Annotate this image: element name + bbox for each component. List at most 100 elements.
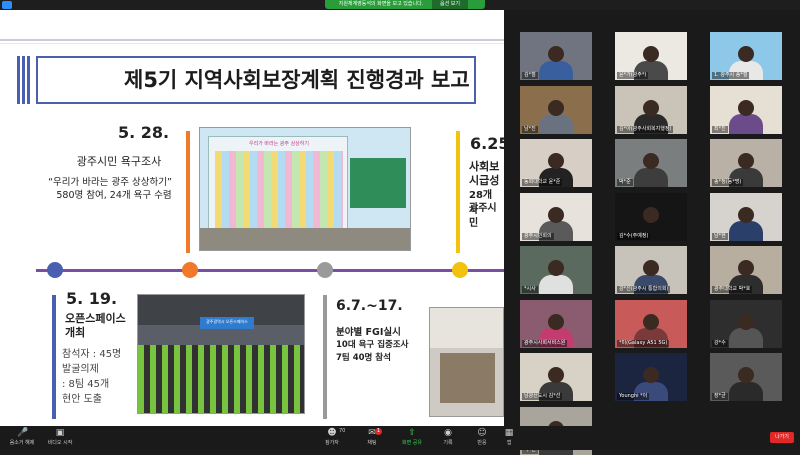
participant-name: 박*준 [617, 179, 633, 186]
participant-name: 남광산도시 김*선 [522, 393, 563, 400]
participant-tile[interactable]: 광주대학교 박*호 [710, 246, 782, 294]
record-icon: ◉ [444, 428, 452, 438]
participant-head [738, 206, 754, 223]
participant-tile[interactable]: 송*정(동*명) [710, 139, 782, 187]
participant-name: 김*철 [522, 72, 538, 79]
apps-label: 앱 [506, 440, 512, 446]
participant-head [738, 313, 754, 330]
participant-tile[interactable]: 남*진 [520, 85, 592, 134]
participant-name: *시사 [522, 286, 538, 293]
participant-tile[interactable]: 김*철 [520, 32, 592, 80]
start-video-label: 비디오 시작 [47, 440, 73, 446]
event4-accent-bar [323, 295, 327, 419]
participant-head [738, 99, 754, 116]
photo1-pavement [200, 228, 410, 250]
participant-head [548, 46, 564, 63]
participant-name: 광주시사회서비스원 [522, 339, 568, 347]
unmute-button[interactable]: 🎤 음소거 해제 [2, 428, 42, 448]
participant-body [634, 167, 668, 187]
participant-tile[interactable]: 광주시민회의 [520, 192, 592, 241]
smiley-icon: ☺ [477, 428, 487, 438]
reactions-label: 반응 [477, 440, 487, 446]
event4-line1: 10대 욕구 집중조사 [336, 340, 409, 350]
start-video-button[interactable]: ▣ 비디오 시작 [40, 428, 80, 448]
participant-tile[interactable]: 동희대학교 윤*준 [520, 139, 592, 187]
participant-head [548, 313, 564, 330]
event3-date: 5. 19. [66, 289, 118, 308]
event3-line3: : 8팀 45개 [62, 379, 110, 390]
meeting-toolbar: 🎤 음소거 해제 ▣ 비디오 시작 ☻ 참가자 70 ✉ 채팅 1 ⇧ 화면 공… [0, 426, 800, 450]
participant-body [539, 60, 573, 80]
participant-name: 강*수 [712, 339, 728, 347]
participants-label: 참가자 [325, 440, 339, 446]
participant-tile[interactable]: 남광산도시 김*선 [520, 353, 592, 401]
participant-head [548, 153, 564, 170]
participant-tile[interactable]: 광주시사회서비스원 [520, 299, 592, 348]
participant-head [738, 46, 754, 63]
participant-name: 광주시민회의 [522, 232, 554, 240]
apps-button[interactable]: ▦ 앱 [494, 428, 524, 448]
event4-line2: 7팀 40명 참석 [336, 353, 391, 363]
participant-tile[interactable]: 윤*가(광주*) [615, 32, 687, 80]
participant-tile[interactable]: 남*현 [710, 192, 782, 241]
slide-header-rule [0, 39, 504, 41]
photo3-crowd [138, 345, 304, 413]
participant-body [729, 381, 763, 401]
participant-head [548, 367, 564, 384]
share-screen-button[interactable]: ⇧ 화면 공유 [392, 428, 432, 448]
slide-title: 제5기 지역사회보장계획 진행경과 보고 [36, 56, 476, 104]
participant-head [548, 260, 564, 277]
participant-name: Younghi *이 [617, 393, 650, 400]
sticky-note-board: 우리가 바라는 광주 상상하기 [208, 136, 348, 236]
event1-photo: 우리가 바라는 광주 상상하기 [199, 127, 411, 251]
sticky-notes [215, 151, 343, 231]
participant-body [729, 114, 763, 134]
chat-unread-badge: 1 [375, 428, 382, 435]
participant-tile[interactable]: 1. 광주시 송*철 [710, 32, 782, 80]
participant-tile[interactable]: *시사 [520, 246, 592, 294]
photo4-table [440, 353, 495, 403]
event1-line1: “우리가 바라는 광주 상상하기” [48, 177, 172, 188]
participant-head [643, 367, 659, 384]
leave-button[interactable]: 나가기 [770, 432, 794, 443]
participant-name: 송*정(동*명) [712, 179, 744, 186]
participant-head [643, 206, 659, 223]
participant-name: 남*진 [522, 125, 538, 133]
participant-tile[interactable]: 박*준 [615, 139, 687, 187]
shared-slide: 제5기 지역사회보장계획 진행경과 보고 5. 28. 광주시민 욕구조사 “우… [0, 10, 504, 426]
event3-line1: 참석자 : 45명 [62, 349, 122, 360]
participant-tile[interactable]: 강*수 [710, 299, 782, 348]
event3-title2: 개최 [65, 326, 86, 339]
event4-photo [429, 307, 504, 417]
chat-button[interactable]: ✉ 채팅 1 [352, 428, 392, 448]
participant-head [548, 99, 564, 116]
participant-tile[interactable]: 장*균 [710, 353, 782, 401]
participant-tile[interactable]: 김*아(광주사회복지행정) [615, 85, 687, 134]
participant-head [643, 99, 659, 116]
participant-tile[interactable]: 강*선(광주시 통합의회) [615, 246, 687, 294]
share-banner-text: 지원체계영등석의 화면을 보고 있습니다. [338, 1, 424, 7]
timeline-dot-blue [47, 262, 63, 278]
event1-date: 5. 28. [118, 123, 170, 142]
participant-tile[interactable]: 최*진 [710, 85, 782, 134]
participant-head [643, 313, 659, 330]
participant-body [729, 328, 763, 348]
event2-line4: 광주시민 [469, 203, 497, 229]
participant-name: 광주대학교 박*호 [712, 286, 753, 293]
participant-tile[interactable]: 김*수(주예정) [615, 192, 687, 241]
participant-head [643, 46, 659, 63]
participant-tile[interactable]: Younghi *이 [615, 353, 687, 401]
share-screen-label: 화면 공유 [402, 440, 422, 446]
participant-tile[interactable]: *미(Galaxy A51 5G) [615, 299, 687, 348]
zoom-logo-icon [2, 1, 12, 9]
event1-accent-bar [186, 131, 190, 253]
participant-name: 강*선(광주시 통합의회) [617, 286, 671, 293]
apps-icon: ▦ [504, 428, 514, 438]
participant-head [643, 153, 659, 170]
participants-button[interactable]: ☻ 참가자 70 [312, 428, 352, 448]
participant-body [539, 114, 573, 134]
participant-name: *미(Galaxy A51 5G) [617, 339, 670, 347]
view-options-button[interactable]: 옵션 보기 [432, 0, 468, 9]
event1-line2: 580명 참여, 24개 욕구 수렴 [56, 190, 172, 201]
photo3-screen: 광주광역시 오픈스페이스 [200, 317, 254, 329]
